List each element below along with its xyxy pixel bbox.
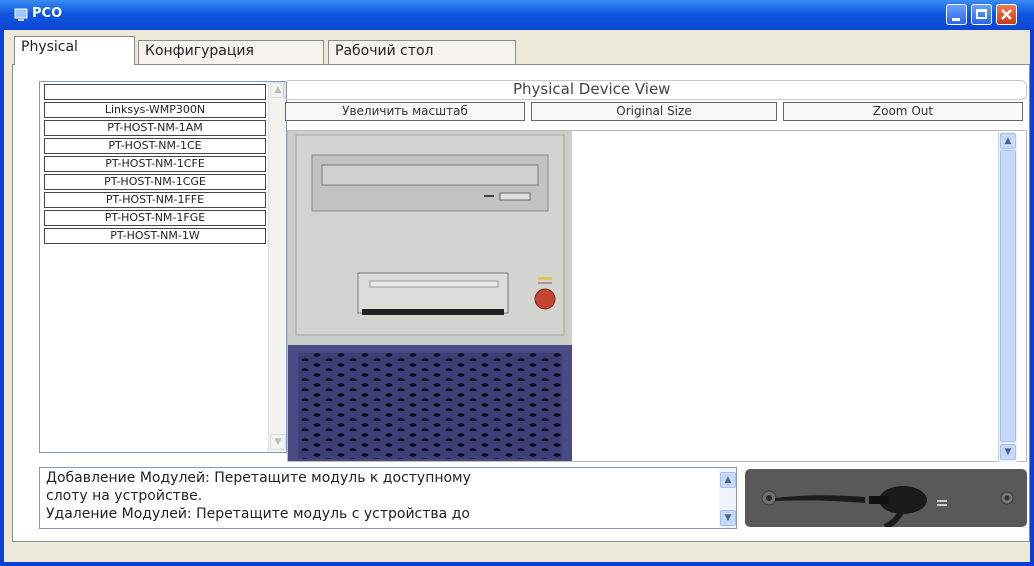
minimize-icon — [952, 18, 960, 21]
device-view-area[interactable] — [287, 130, 1027, 462]
tab-desktop-label: Рабочий стол — [335, 43, 434, 59]
scroll-up-icon[interactable]: ▲ — [1000, 133, 1016, 149]
view-scrollbar[interactable]: ▲ ▼ — [998, 132, 1017, 462]
maximize-button[interactable] — [971, 4, 992, 25]
scroll-down-icon[interactable]: ▼ — [1000, 444, 1016, 460]
minimize-button[interactable] — [946, 4, 967, 25]
tab-config[interactable]: Конфигурация — [138, 40, 324, 64]
close-button[interactable] — [996, 4, 1017, 25]
original-size-button[interactable]: Original Size — [531, 102, 777, 121]
scroll-up-icon[interactable]: ▲ — [720, 472, 736, 488]
module-list: Linksys-WMP300N PT-HOST-NM-1AM PT-HOST-N… — [39, 81, 287, 453]
physical-panel: Linksys-WMP300N PT-HOST-NM-1AM PT-HOST-N… — [12, 64, 1030, 542]
tab-desktop[interactable]: Рабочий стол — [328, 40, 516, 64]
module-preview — [745, 469, 1027, 530]
info-line: слоту на устройстве. — [46, 488, 203, 504]
tab-config-label: Конфигурация — [145, 43, 254, 59]
close-icon — [1001, 9, 1012, 20]
title-bar[interactable]: PCO — [0, 0, 1034, 30]
app-icon — [14, 8, 28, 21]
zoom-in-button[interactable]: Увеличить масштаб — [285, 102, 525, 121]
pc-window: PCO Physical Конфигурация Рабочий стол L… — [0, 0, 1034, 566]
module-item[interactable]: PT-HOST-NM-1CE — [44, 138, 266, 154]
module-item[interactable]: Linksys-WMP300N — [44, 102, 266, 118]
info-line: Удаление Модулей: Перетащите модуль с ус… — [46, 506, 470, 522]
module-item[interactable]: PT-HOST-NM-1FGE — [44, 210, 266, 226]
pc-tower-image[interactable] — [288, 131, 572, 462]
zoom-out-button[interactable]: Zoom Out — [783, 102, 1023, 121]
tab-physical[interactable]: Physical — [14, 36, 135, 65]
tab-physical-label: Physical — [21, 39, 78, 55]
module-item[interactable]: PT-HOST-NM-1AM — [44, 120, 266, 136]
module-info-box[interactable]: Добавление Модулей: Перетащите модуль к … — [39, 467, 737, 529]
module-item[interactable]: PT-HOST-NM-1CFE — [44, 156, 266, 172]
info-line: Добавление Модулей: Перетащите модуль к … — [46, 470, 471, 486]
module-item[interactable]: PT-HOST-NM-1FFE — [44, 192, 266, 208]
module-item[interactable] — [44, 84, 266, 100]
module-list-scrollbar[interactable]: ▲ ▼ — [268, 82, 286, 452]
window-title: PCO — [32, 6, 63, 21]
module-item[interactable]: PT-HOST-NM-1W — [44, 228, 266, 244]
scroll-thumb[interactable] — [1000, 150, 1016, 442]
scroll-down-icon[interactable]: ▼ — [270, 434, 286, 450]
scroll-down-icon[interactable]: ▼ — [720, 510, 736, 526]
module-item[interactable]: PT-HOST-NM-1CGE — [44, 174, 266, 190]
cable-icon — [761, 486, 1014, 530]
physical-view-title: Physical Device View — [513, 80, 671, 98]
info-scrollbar[interactable]: ▲ ▼ — [719, 468, 736, 528]
maximize-icon — [976, 9, 987, 19]
